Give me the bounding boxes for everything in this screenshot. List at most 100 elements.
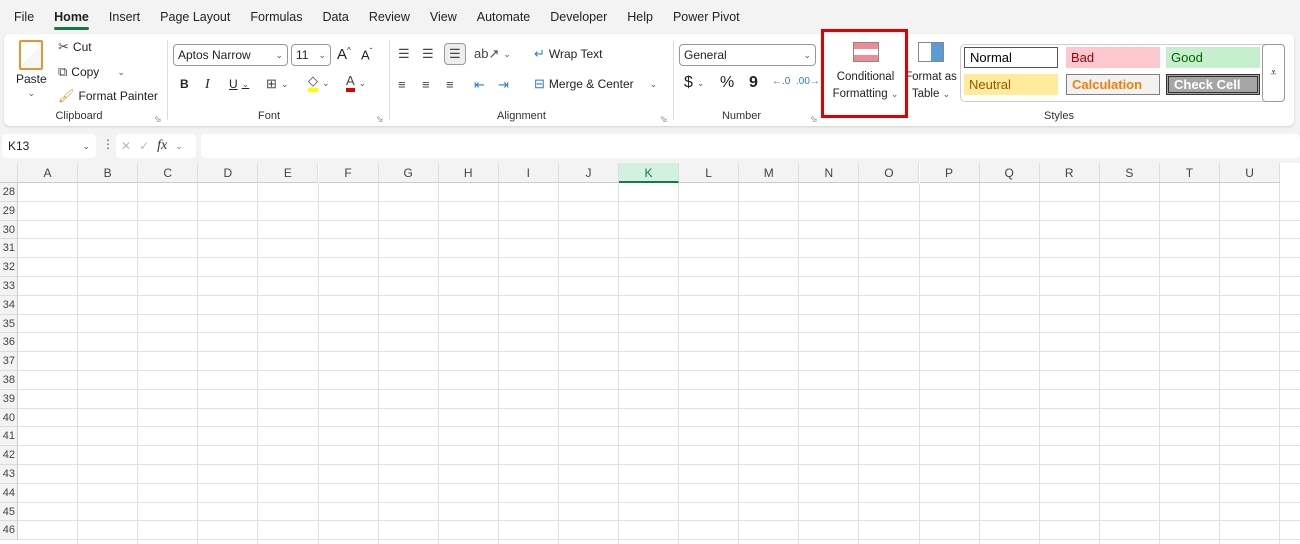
column-header-N[interactable]: N bbox=[799, 163, 860, 183]
enter-icon[interactable]: ✓ bbox=[139, 139, 149, 153]
row-header-43[interactable]: 43 bbox=[0, 465, 18, 484]
increase-decimal-button[interactable]: ←.0 bbox=[772, 76, 790, 87]
row-header-34[interactable]: 34 bbox=[0, 295, 18, 315]
bottom-align-button[interactable]: ☰ bbox=[444, 43, 466, 65]
row-header-38[interactable]: 38 bbox=[0, 371, 18, 390]
orientation-button[interactable]: ab↗ ⌄ bbox=[474, 46, 511, 62]
column-header-P[interactable]: P bbox=[919, 163, 980, 183]
cell-style-bad[interactable]: Bad bbox=[1066, 47, 1160, 68]
increase-font-size-button[interactable]: A^ bbox=[337, 46, 351, 63]
tab-automate[interactable]: Automate bbox=[467, 0, 541, 34]
row-header-45[interactable]: 45 bbox=[0, 502, 18, 522]
more-options-icon[interactable]: ⋮ bbox=[102, 137, 114, 151]
column-header-I[interactable]: I bbox=[498, 163, 559, 183]
copy-button[interactable]: ⧉ Copy ⌄ bbox=[58, 64, 125, 80]
increase-indent-button[interactable]: ⇥ bbox=[498, 77, 509, 93]
row-header-31[interactable]: 31 bbox=[0, 239, 18, 259]
wrap-text-button[interactable]: ↵ Wrap Text bbox=[534, 46, 602, 62]
row-header-32[interactable]: 32 bbox=[0, 258, 18, 277]
decrease-decimal-button[interactable]: .00→ bbox=[796, 76, 820, 87]
format-as-table-button[interactable]: Format as Table ⌄ bbox=[904, 42, 958, 102]
decrease-font-size-button[interactable]: Aˇ bbox=[361, 47, 372, 62]
accounting-format-button[interactable]: $ ⌄ bbox=[684, 74, 704, 92]
spreadsheet-grid[interactable]: A B C D E F G H I J K L M N O P Q R S T U 28 29 30 31 32 33 34 35 36 3… bbox=[0, 163, 1300, 544]
merge-center-button[interactable]: ⊟ Merge & Center ⌄ bbox=[534, 76, 657, 92]
fill-color-button[interactable]: ◇ ⌄ bbox=[308, 74, 330, 92]
align-left-button[interactable]: ≡ bbox=[398, 77, 406, 92]
gallery-more-button[interactable]: ⩡ bbox=[1262, 44, 1285, 102]
row-header-29[interactable]: 29 bbox=[0, 201, 18, 221]
tab-view[interactable]: View bbox=[420, 0, 467, 34]
dialog-launcher-icon[interactable]: ⬂ bbox=[376, 114, 384, 125]
row-header-35[interactable]: 35 bbox=[0, 314, 18, 334]
column-header-K[interactable]: K bbox=[619, 163, 680, 183]
dialog-launcher-icon[interactable]: ⬂ bbox=[810, 114, 818, 125]
align-center-button[interactable]: ≡ bbox=[422, 77, 430, 92]
cell-style-calculation[interactable]: Calculation bbox=[1066, 74, 1160, 95]
row-header-33[interactable]: 33 bbox=[0, 277, 18, 296]
cut-button[interactable]: ✂ Cut bbox=[58, 39, 92, 55]
column-header-U[interactable]: U bbox=[1220, 163, 1281, 183]
column-header-T[interactable]: T bbox=[1159, 163, 1220, 183]
row-header-40[interactable]: 40 bbox=[0, 408, 18, 428]
dialog-launcher-icon[interactable]: ⬂ bbox=[154, 114, 162, 125]
borders-button[interactable]: ⊞ ⌄ bbox=[266, 76, 288, 92]
tab-insert[interactable]: Insert bbox=[99, 0, 150, 34]
column-header-O[interactable]: O bbox=[859, 163, 920, 183]
row-header-36[interactable]: 36 bbox=[0, 333, 18, 353]
middle-align-button[interactable]: ☰ bbox=[422, 46, 434, 62]
column-header-Q[interactable]: Q bbox=[979, 163, 1040, 183]
column-header-E[interactable]: E bbox=[258, 163, 319, 183]
column-header-G[interactable]: G bbox=[378, 163, 439, 183]
column-header-M[interactable]: M bbox=[739, 163, 800, 183]
tab-help[interactable]: Help bbox=[617, 0, 663, 34]
cell-style-good[interactable]: Good bbox=[1166, 47, 1260, 68]
paste-button[interactable]: Paste ⌄ bbox=[16, 40, 47, 99]
tab-developer[interactable]: Developer bbox=[540, 0, 617, 34]
column-header-F[interactable]: F bbox=[318, 163, 379, 183]
insert-function-button[interactable]: fx bbox=[157, 138, 167, 154]
bold-button[interactable]: B bbox=[180, 77, 189, 91]
row-header-28[interactable]: 28 bbox=[0, 183, 18, 202]
format-painter-button[interactable]: 🖌 Format Painter bbox=[58, 88, 158, 104]
formula-input[interactable] bbox=[201, 134, 1300, 158]
row-header-37[interactable]: 37 bbox=[0, 352, 18, 371]
cell-style-neutral[interactable]: Neutral bbox=[964, 74, 1058, 95]
font-color-button[interactable]: A ⌄ bbox=[346, 74, 366, 92]
row-header-30[interactable]: 30 bbox=[0, 220, 18, 240]
row-header-44[interactable]: 44 bbox=[0, 483, 18, 503]
column-header-C[interactable]: C bbox=[138, 163, 199, 183]
comma-style-button[interactable]: 9 bbox=[749, 74, 758, 92]
select-all-button[interactable] bbox=[0, 163, 18, 183]
row-header-39[interactable]: 39 bbox=[0, 389, 18, 409]
tab-file[interactable]: File bbox=[4, 0, 44, 34]
dialog-launcher-icon[interactable]: ⬂ bbox=[660, 114, 668, 125]
tab-power-pivot[interactable]: Power Pivot bbox=[663, 0, 750, 34]
row-header-42[interactable]: 42 bbox=[0, 446, 18, 465]
column-header-L[interactable]: L bbox=[679, 163, 740, 183]
cell-style-normal[interactable]: Normal bbox=[964, 47, 1058, 68]
tab-page-layout[interactable]: Page Layout bbox=[150, 0, 240, 34]
cell-style-check-cell[interactable]: Check Cell bbox=[1166, 74, 1260, 95]
column-header-A[interactable]: A bbox=[18, 163, 79, 183]
cancel-icon[interactable]: ✕ bbox=[121, 139, 131, 153]
name-box[interactable]: K13 ⌄ bbox=[2, 134, 96, 158]
tab-review[interactable]: Review bbox=[359, 0, 420, 34]
font-size-select[interactable]: 11 ⌄ bbox=[291, 44, 331, 66]
column-header-R[interactable]: R bbox=[1039, 163, 1100, 183]
tab-data[interactable]: Data bbox=[312, 0, 358, 34]
row-header-41[interactable]: 41 bbox=[0, 427, 18, 447]
number-format-select[interactable]: General ⌄ bbox=[679, 44, 816, 66]
font-name-select[interactable]: Aptos Narrow ⌄ bbox=[173, 44, 288, 66]
column-header-J[interactable]: J bbox=[558, 163, 619, 183]
top-align-button[interactable]: ☰ bbox=[398, 46, 410, 62]
underline-button[interactable]: U ⌄ bbox=[229, 77, 249, 91]
column-header-B[interactable]: B bbox=[78, 163, 139, 183]
tab-home[interactable]: Home bbox=[44, 0, 99, 34]
column-header-D[interactable]: D bbox=[198, 163, 259, 183]
italic-button[interactable]: I bbox=[205, 77, 210, 93]
column-header-H[interactable]: H bbox=[438, 163, 499, 183]
align-right-button[interactable]: ≡ bbox=[446, 77, 454, 92]
percent-style-button[interactable]: % bbox=[720, 74, 734, 92]
column-header-S[interactable]: S bbox=[1099, 163, 1160, 183]
